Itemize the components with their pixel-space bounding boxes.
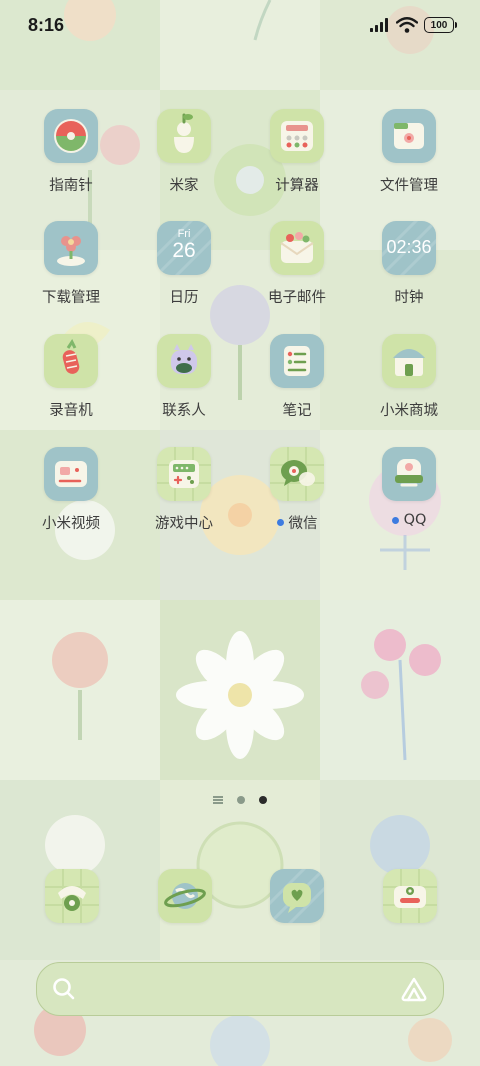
app-label-calculator: 计算器 <box>275 178 319 194</box>
app-compass[interactable]: 指南针 <box>21 109 121 195</box>
camera-icon[interactable] <box>383 869 437 923</box>
browser-icon[interactable] <box>158 869 212 923</box>
app-download-manager[interactable]: 下载管理 <box>21 221 121 307</box>
app-qq[interactable]: QQ <box>359 447 459 528</box>
status-icons: 100 <box>370 17 457 33</box>
app-mijia[interactable]: 米家 <box>134 109 234 195</box>
app-label-contacts: 联系人 <box>162 403 206 419</box>
page-dot-2[interactable] <box>259 796 267 804</box>
search-icon[interactable] <box>51 976 77 1002</box>
app-drawer-indicator-icon[interactable] <box>213 796 223 804</box>
calendar-icon[interactable]: Fri 26 <box>157 221 211 275</box>
status-bar: 8:16 100 <box>0 0 480 50</box>
wechat-icon[interactable] <box>270 447 324 501</box>
app-label-compass: 指南针 <box>49 178 93 194</box>
app-email[interactable]: 电子邮件 <box>247 221 347 307</box>
app-contacts[interactable]: 联系人 <box>134 334 234 420</box>
clock-icon[interactable]: 02:36 <box>382 221 436 275</box>
search-bar[interactable] <box>36 962 444 1016</box>
phone-icon[interactable] <box>45 869 99 923</box>
app-label-download-manager: 下载管理 <box>42 290 100 306</box>
notes-icon[interactable] <box>270 334 324 388</box>
app-notes[interactable]: 笔记 <box>247 334 347 420</box>
status-time: 8:16 <box>28 14 65 35</box>
battery-level: 100 <box>430 19 448 31</box>
contacts-icon[interactable] <box>157 334 211 388</box>
calendar-day-number: 26 <box>172 239 196 262</box>
new-install-dot <box>391 516 399 524</box>
file-manager-icon[interactable] <box>382 109 436 163</box>
signal-icon <box>370 18 388 32</box>
new-install-dot <box>276 519 284 526</box>
app-mi-video[interactable]: 小米视频 <box>21 447 121 533</box>
mi-video-icon[interactable] <box>44 447 98 501</box>
assistant-icon[interactable] <box>399 975 429 1003</box>
app-label-mi-store: 小米商城 <box>380 403 438 419</box>
app-label-mijia: 米家 <box>169 178 199 194</box>
mijia-icon[interactable] <box>157 109 211 163</box>
recorder-icon[interactable] <box>44 334 98 388</box>
app-label-wechat: 微信 <box>276 512 318 533</box>
app-label-clock: 时钟 <box>394 290 424 306</box>
app-wechat[interactable]: 微信 <box>247 447 347 533</box>
app-label-qq: QQ <box>391 512 426 528</box>
wifi-icon <box>396 17 418 33</box>
battery-icon: 100 <box>424 17 457 33</box>
app-label-calendar: 日历 <box>169 290 199 306</box>
messages-icon[interactable] <box>270 869 324 923</box>
qq-icon[interactable] <box>382 447 436 501</box>
clock-time: 02:36 <box>386 237 432 257</box>
app-label-mi-video: 小米视频 <box>42 516 100 532</box>
app-clock[interactable]: 02:36 时钟 <box>359 221 459 307</box>
download-manager-icon[interactable] <box>44 221 98 275</box>
app-recorder[interactable]: 录音机 <box>21 334 121 420</box>
app-label-recorder: 录音机 <box>49 403 93 419</box>
app-game-center[interactable]: 游戏中心 <box>134 447 234 533</box>
app-label-game-center: 游戏中心 <box>155 516 213 532</box>
calculator-icon[interactable] <box>270 109 324 163</box>
email-icon[interactable] <box>270 221 324 275</box>
app-label-file-manager: 文件管理 <box>380 178 438 194</box>
game-center-icon[interactable] <box>157 447 211 501</box>
app-file-manager[interactable]: 文件管理 <box>359 109 459 195</box>
page-dot-1[interactable] <box>237 796 245 804</box>
page-indicator[interactable] <box>0 796 480 804</box>
app-mi-store[interactable]: 小米商城 <box>359 334 459 420</box>
app-calculator[interactable]: 计算器 <box>247 109 347 195</box>
app-label-email: 电子邮件 <box>268 290 326 306</box>
app-label-notes: 笔记 <box>282 403 312 419</box>
compass-icon[interactable] <box>44 109 98 163</box>
mi-store-icon[interactable] <box>382 334 436 388</box>
app-calendar[interactable]: Fri 26 日历 <box>134 221 234 307</box>
